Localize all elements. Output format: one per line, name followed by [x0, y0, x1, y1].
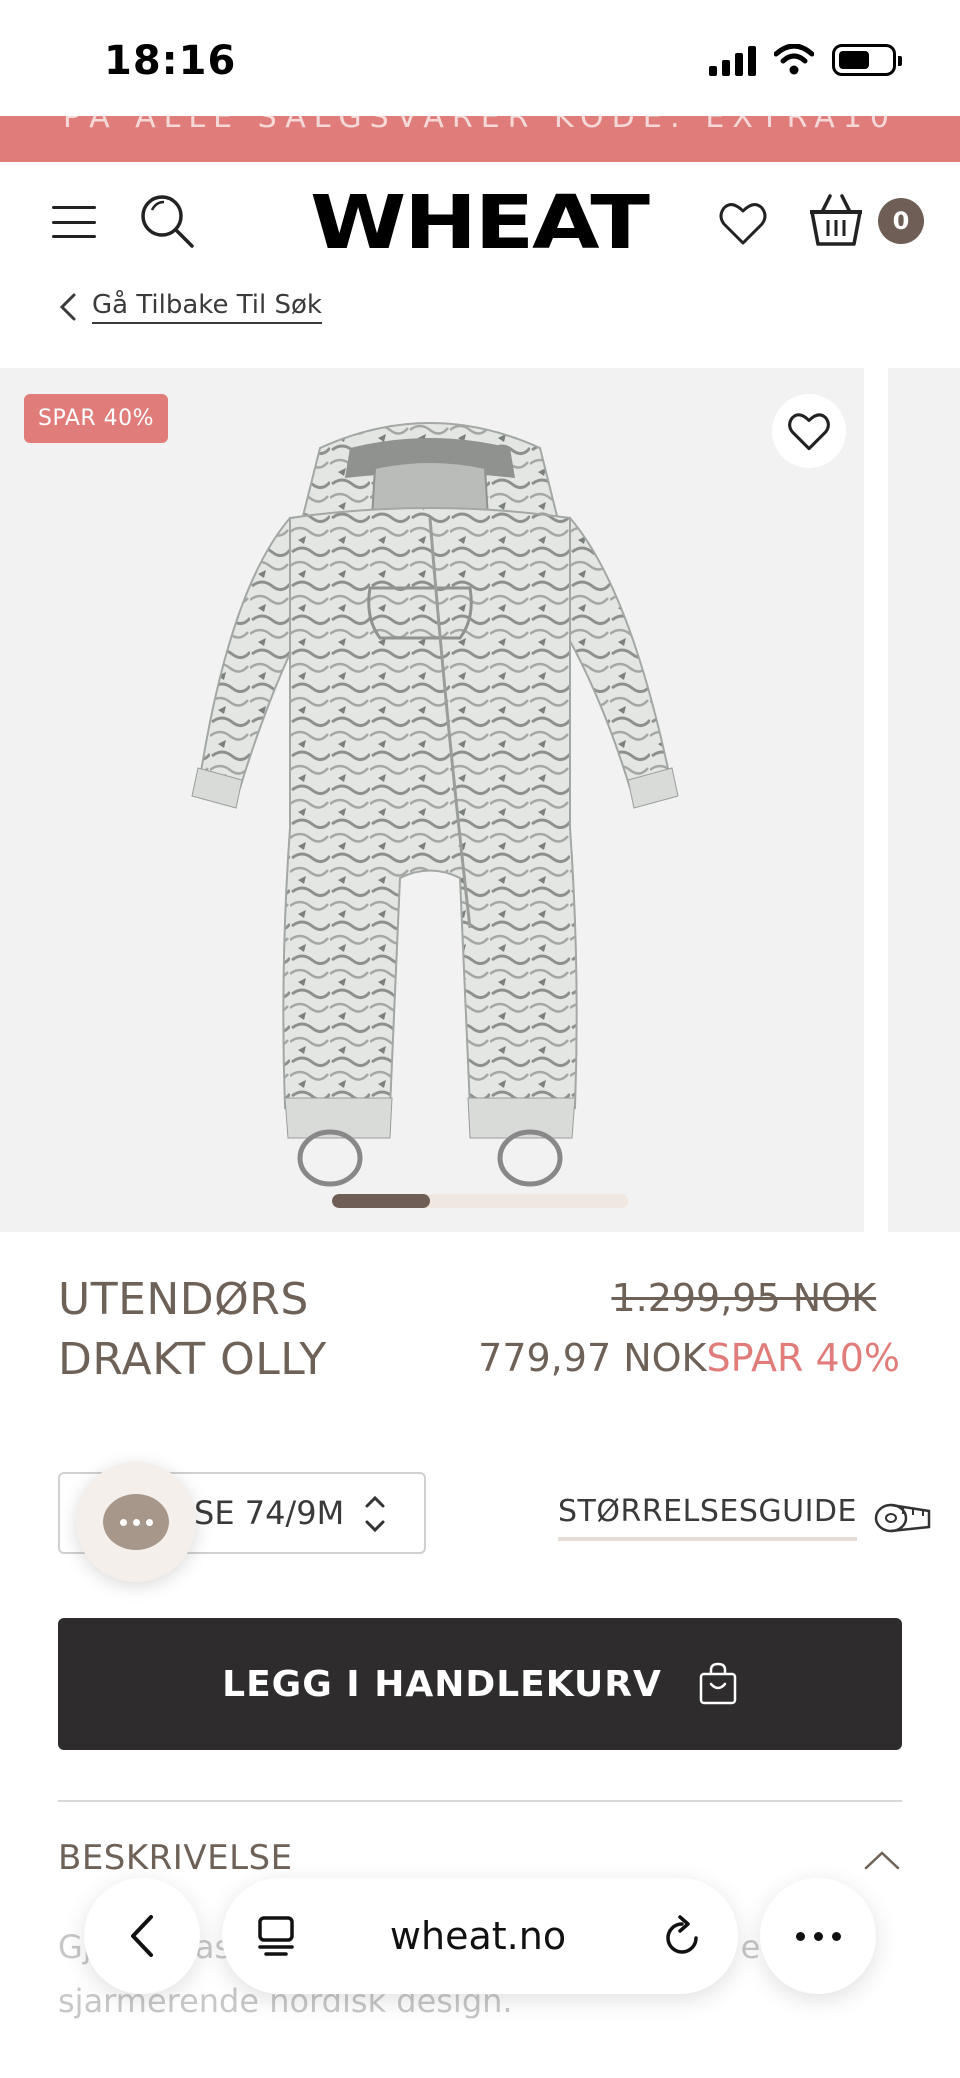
product-title: UTENDØRS DRAKT OLLY: [58, 1274, 327, 1385]
search-icon[interactable]: [138, 192, 198, 252]
cart-count-badge[interactable]: 0: [878, 198, 924, 244]
status-bar: 18:16: [0, 0, 960, 116]
brand-logo[interactable]: WHEAT: [310, 184, 650, 262]
original-price: 1.299,95 NOK: [611, 1276, 876, 1320]
browser-more-button[interactable]: [760, 1878, 876, 1994]
chevron-left-icon: [59, 293, 76, 321]
product-gallery[interactable]: SPAR 40%: [0, 368, 864, 1232]
site-header: WHEAT 0: [0, 162, 960, 286]
description-title[interactable]: BESKRIVELSE: [58, 1838, 293, 1878]
signal-icon: [709, 44, 756, 76]
price-row: 779,97 NOK SPAR 40%: [478, 1336, 900, 1380]
measuring-tape-icon: [874, 1503, 931, 1532]
next-gallery-image[interactable]: [888, 368, 960, 1232]
sale-price: 779,97 NOK: [478, 1336, 707, 1380]
logo-text: WHEAT: [310, 180, 650, 266]
divider: [58, 1800, 902, 1802]
browser-toolbar: wheat.no: [0, 1878, 960, 2008]
promo-banner[interactable]: PÅ ALLE SALGSVARER KODE: EXTRA10: [0, 116, 960, 162]
chat-icon: [103, 1494, 169, 1550]
address-bar[interactable]: wheat.no: [222, 1878, 738, 1994]
wishlist-icon[interactable]: [716, 196, 770, 250]
gallery-progress-fill: [332, 1194, 430, 1208]
more-icon: [795, 1931, 841, 1941]
status-time: 18:16: [104, 38, 237, 84]
discount-badge: SPAR 40%: [24, 394, 169, 443]
basket-icon[interactable]: [806, 190, 866, 250]
menu-icon[interactable]: [52, 206, 96, 238]
url-text: wheat.no: [389, 1914, 567, 1958]
chat-button[interactable]: [76, 1462, 196, 1582]
chevron-left-icon: [131, 1915, 153, 1957]
add-to-cart-button[interactable]: LEGG I HANDLEKURV: [58, 1618, 902, 1750]
tabs-icon[interactable]: [256, 1914, 296, 1958]
chevron-up-icon[interactable]: [864, 1850, 900, 1870]
breadcrumb-label[interactable]: Gå Tilbake Til Søk: [92, 290, 322, 324]
browser-back-button[interactable]: [84, 1878, 200, 1994]
reload-icon[interactable]: [660, 1914, 704, 1958]
size-guide-link[interactable]: STØRRELSESGUIDE: [558, 1494, 933, 1541]
wifi-icon: [774, 44, 814, 75]
up-down-chevron-icon: [365, 1495, 385, 1533]
status-icons: [709, 44, 902, 76]
product-image[interactable]: [170, 408, 690, 1208]
size-guide-label: STØRRELSESGUIDE: [558, 1494, 857, 1541]
promo-text: PÅ ALLE SALGSVARER KODE: EXTRA10: [63, 116, 897, 135]
heart-icon: [788, 413, 830, 451]
wishlist-button[interactable]: [772, 394, 846, 468]
battery-icon: [832, 44, 902, 76]
breadcrumb[interactable]: Gå Tilbake Til Søk: [58, 290, 322, 324]
discount-label: SPAR 40%: [706, 1336, 900, 1380]
size-selected-value: SE 74/9M: [194, 1494, 345, 1532]
add-to-cart-label: LEGG I HANDLEKURV: [222, 1663, 662, 1705]
shopping-bag-icon: [699, 1662, 737, 1705]
gallery-progress: [332, 1194, 628, 1208]
